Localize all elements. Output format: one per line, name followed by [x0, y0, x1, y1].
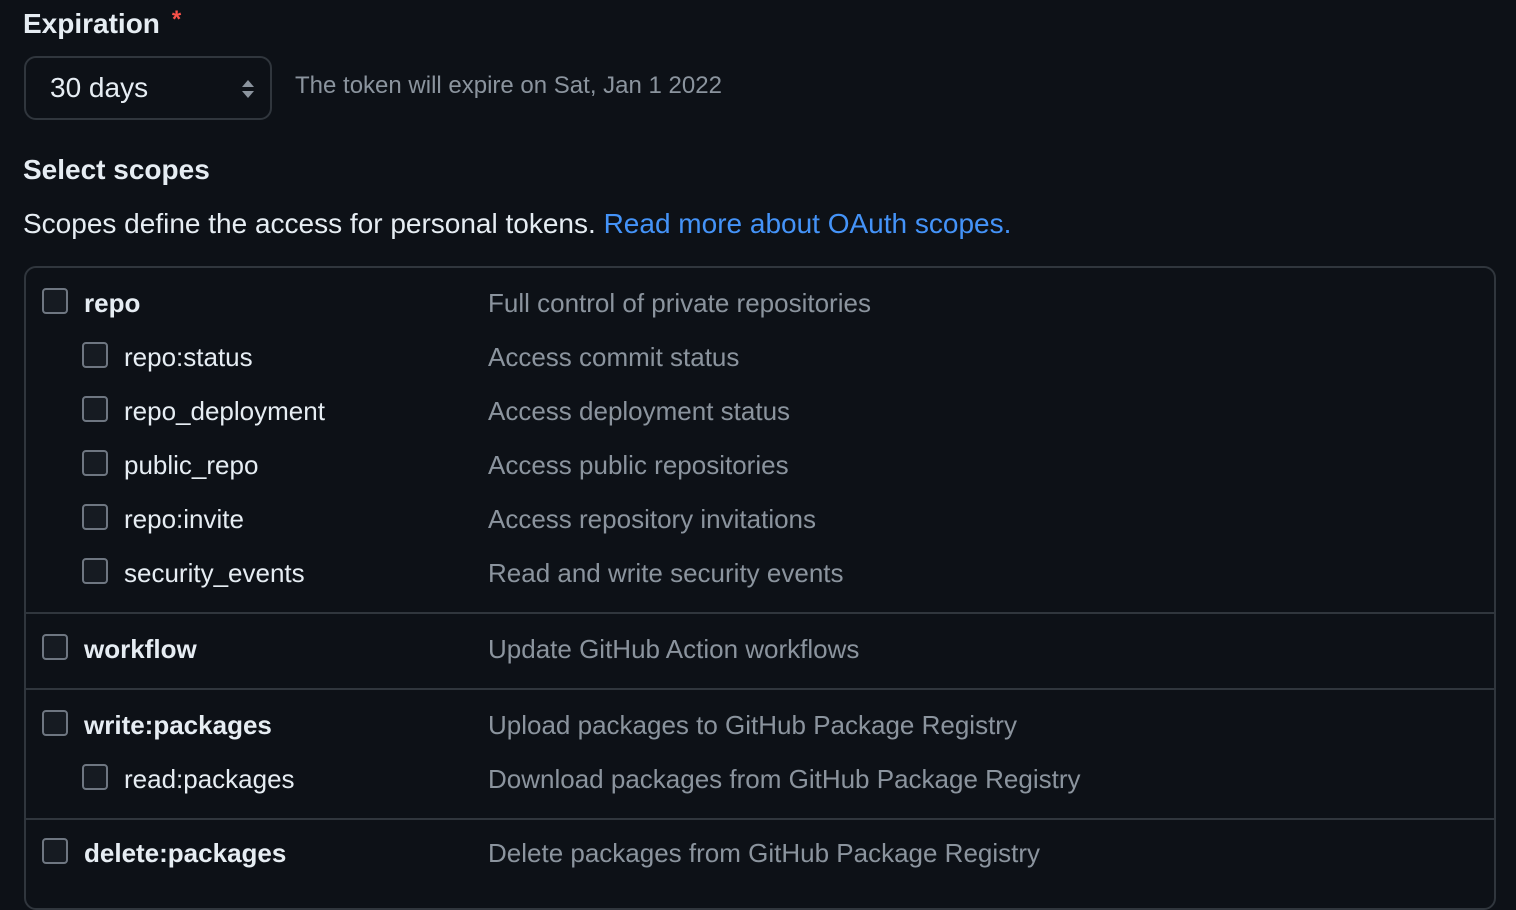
- scope-description: Access deployment status: [488, 396, 791, 426]
- scope-group-divider: [24, 818, 1494, 820]
- checkbox-delete-packages[interactable]: [42, 838, 68, 864]
- scope-name: workflow: [84, 634, 197, 664]
- scope-group-divider: [24, 688, 1494, 690]
- scope-row-security-events: security_events Read and write security …: [0, 556, 1516, 596]
- checkbox-security-events[interactable]: [82, 558, 108, 584]
- scope-name: write:packages: [84, 710, 272, 740]
- scope-description: Update GitHub Action workflows: [488, 634, 860, 664]
- scope-row-write-packages: write:packages Upload packages to GitHub…: [0, 708, 1516, 748]
- checkbox-repo-invite[interactable]: [82, 504, 108, 530]
- scope-description: Delete packages from GitHub Package Regi…: [488, 838, 1041, 868]
- scopes-description-text: Scopes define the access for personal to…: [23, 208, 596, 239]
- scope-name: repo: [84, 288, 141, 318]
- checkbox-public-repo[interactable]: [82, 450, 108, 476]
- scopes-title: Select scopes: [23, 154, 210, 185]
- expiration-label: Expiration *: [23, 6, 181, 40]
- scope-group-divider: [24, 612, 1494, 614]
- checkbox-write-packages[interactable]: [42, 710, 68, 736]
- scope-row-repo: repo Full control of private repositorie…: [0, 286, 1516, 326]
- checkbox-repo-deployment[interactable]: [82, 396, 108, 422]
- scope-name: repo_deployment: [124, 396, 325, 426]
- checkbox-repo[interactable]: [42, 288, 68, 314]
- scopes-description: Scopes define the access for personal to…: [23, 208, 1011, 240]
- scope-name: repo:status: [124, 342, 253, 372]
- checkbox-read-packages[interactable]: [82, 764, 108, 790]
- scope-name: public_repo: [124, 450, 259, 480]
- scope-row-read-packages: read:packages Download packages from Git…: [0, 762, 1516, 802]
- checkbox-workflow[interactable]: [42, 634, 68, 660]
- scope-description: Full control of private repositories: [488, 288, 871, 318]
- expiration-select-value: 30 days: [50, 72, 149, 103]
- scope-row-public-repo: public_repo Access public repositories: [0, 448, 1516, 488]
- expiration-note: The token will expire on Sat, Jan 1 2022: [295, 72, 722, 99]
- scope-row-repo-invite: repo:invite Access repository invitation…: [0, 502, 1516, 542]
- required-marker: *: [171, 6, 182, 33]
- scope-description: Access public repositories: [488, 450, 789, 480]
- expiration-select[interactable]: 30 days: [24, 56, 272, 120]
- scope-name: security_events: [124, 558, 305, 588]
- expiration-label-text: Expiration: [23, 8, 160, 39]
- scope-row-workflow: workflow Update GitHub Action workflows: [0, 632, 1516, 672]
- scope-name: repo:invite: [124, 504, 244, 534]
- scope-description: Access repository invitations: [488, 504, 817, 534]
- chevron-up-down-icon: [240, 78, 256, 100]
- scope-name: read:packages: [124, 764, 295, 794]
- oauth-scopes-link[interactable]: Read more about OAuth scopes.: [604, 208, 1012, 239]
- scope-row-delete-packages: delete:packages Delete packages from Git…: [0, 836, 1516, 876]
- scope-row-repo-status: repo:status Access commit status: [0, 340, 1516, 380]
- scope-description: Upload packages to GitHub Package Regist…: [488, 710, 1017, 740]
- scope-row-repo-deployment: repo_deployment Access deployment status: [0, 394, 1516, 434]
- scope-description: Read and write security events: [488, 558, 844, 588]
- scope-description: Access commit status: [488, 342, 740, 372]
- scope-name: delete:packages: [84, 838, 287, 868]
- scope-description: Download packages from GitHub Package Re…: [488, 764, 1081, 794]
- checkbox-repo-status[interactable]: [82, 342, 108, 368]
